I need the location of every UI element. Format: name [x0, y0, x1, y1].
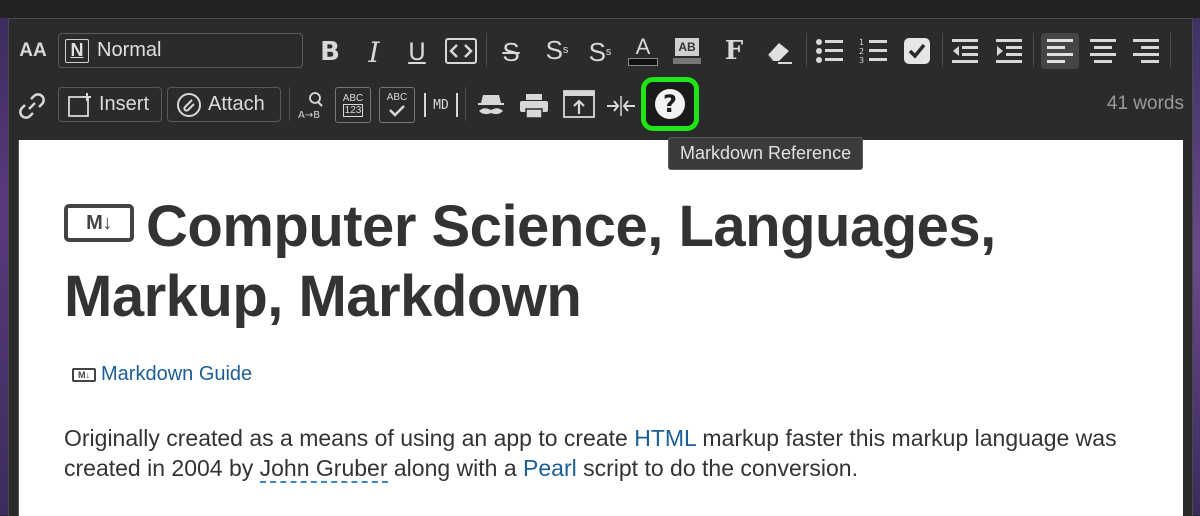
markdown-mode-label: MD — [433, 97, 449, 113]
attach-button-label: Attach — [208, 93, 265, 115]
italic-icon[interactable]: I — [360, 36, 388, 69]
font-size-icon-label: AA — [19, 40, 47, 61]
subscript-icon[interactable]: Ss — [584, 37, 616, 67]
toolbar-separator — [1033, 33, 1034, 67]
outdent-icon[interactable] — [950, 37, 980, 65]
print-icon[interactable] — [518, 93, 550, 119]
toolbar-separator — [465, 87, 466, 121]
word-count-abc: ABC — [342, 93, 364, 104]
bulleted-list-icon[interactable] — [814, 37, 844, 65]
pearl-link[interactable]: Pearl — [523, 455, 577, 481]
toolbar-separator — [486, 33, 487, 67]
editor-content-area[interactable]: M↓ Computer Science, Languages, Markup, M… — [18, 140, 1183, 516]
publish-icon[interactable] — [562, 89, 596, 121]
spell-check-abc: ABC — [386, 92, 408, 103]
editor-window: AA N Normal B I U S Ss Ss A AB F 123 Ins… — [8, 18, 1193, 516]
document-paragraph: Originally created as a means of using a… — [64, 423, 1154, 483]
strikethrough-icon[interactable]: S — [497, 37, 525, 67]
text-color-icon[interactable]: A — [627, 33, 659, 69]
paragraph-text: script to do the conversion. — [576, 455, 858, 481]
toolbar-separator — [289, 87, 290, 121]
markdown-mini-icon: M↓ — [72, 367, 96, 382]
code-icon[interactable] — [445, 37, 477, 65]
link-icon[interactable] — [17, 91, 47, 121]
paragraph-style-select[interactable]: N Normal — [58, 33, 303, 68]
svg-text:2: 2 — [859, 47, 864, 56]
font-size-icon[interactable]: AA — [19, 39, 47, 63]
spell-check-icon[interactable]: ABC — [379, 87, 415, 123]
collapse-icon[interactable] — [606, 93, 636, 119]
toolbar-row-insert: Insert Attach A→B ABC 123 ABC MD ? 41 wo… — [9, 77, 1192, 131]
paragraph-text: Originally created as a means of using a… — [64, 425, 635, 451]
insert-plus-icon — [68, 92, 91, 117]
find-replace-icon[interactable]: A→B — [297, 91, 327, 121]
underline-icon[interactable]: U — [403, 38, 431, 66]
highlight-ab-label: AB — [675, 38, 699, 56]
font-icon[interactable]: F — [720, 36, 748, 66]
word-count-icon[interactable]: ABC 123 — [335, 87, 371, 123]
align-left-icon[interactable] — [1041, 33, 1079, 69]
mustache-icon[interactable] — [474, 93, 508, 119]
toolbar-row-formatting: AA N Normal B I U S Ss Ss A AB F 123 — [9, 31, 1192, 71]
html-link[interactable]: HTML — [634, 425, 696, 451]
insert-button[interactable]: Insert — [58, 87, 162, 122]
document-heading-text: Computer Science, Languages, Markup, Mar… — [64, 194, 996, 329]
word-count-digits: 123 — [342, 104, 364, 117]
svg-text:3: 3 — [859, 56, 864, 65]
eraser-icon[interactable] — [764, 37, 794, 65]
insert-button-label: Insert — [99, 93, 150, 115]
markdown-reference-button[interactable]: ? — [641, 77, 699, 131]
attach-button[interactable]: Attach — [167, 87, 281, 122]
question-mark-icon: ? — [655, 89, 685, 119]
indent-icon[interactable] — [994, 37, 1024, 65]
bold-icon[interactable]: B — [316, 37, 344, 67]
markdown-guide-link-text: Markdown Guide — [101, 363, 253, 385]
toolbar-separator — [1170, 33, 1171, 67]
paragraph-text: along with a — [387, 455, 524, 481]
align-right-icon[interactable] — [1131, 37, 1161, 65]
checklist-icon[interactable] — [902, 37, 932, 65]
title-strip — [0, 0, 1200, 18]
svg-text:1: 1 — [859, 38, 864, 47]
font-icon-label: F — [724, 36, 744, 66]
style-select-value: Normal — [97, 39, 162, 61]
document-heading: M↓ Computer Science, Languages, Markup, M… — [64, 192, 1144, 332]
toolbar-separator — [806, 33, 807, 67]
style-n-icon: N — [65, 38, 89, 63]
markdown-guide-link[interactable]: M↓ Markdown Guide — [72, 363, 252, 386]
align-center-icon[interactable] — [1088, 37, 1118, 65]
numbered-list-icon[interactable]: 123 — [858, 37, 888, 65]
svg-text:A→B: A→B — [298, 110, 320, 121]
toolbar-separator — [942, 33, 943, 67]
markdown-mode-icon[interactable]: MD — [424, 93, 458, 117]
highlight-color-icon[interactable]: AB — [671, 33, 703, 69]
paperclip-icon — [177, 92, 201, 117]
superscript-icon[interactable]: Ss — [541, 35, 573, 65]
word-count-label: 41 words — [1106, 93, 1184, 114]
spellcheck-name[interactable]: John Gruber — [259, 455, 388, 483]
markdown-reference-tooltip: Markdown Reference — [668, 137, 864, 170]
markdown-logo-icon: M↓ — [64, 203, 134, 242]
